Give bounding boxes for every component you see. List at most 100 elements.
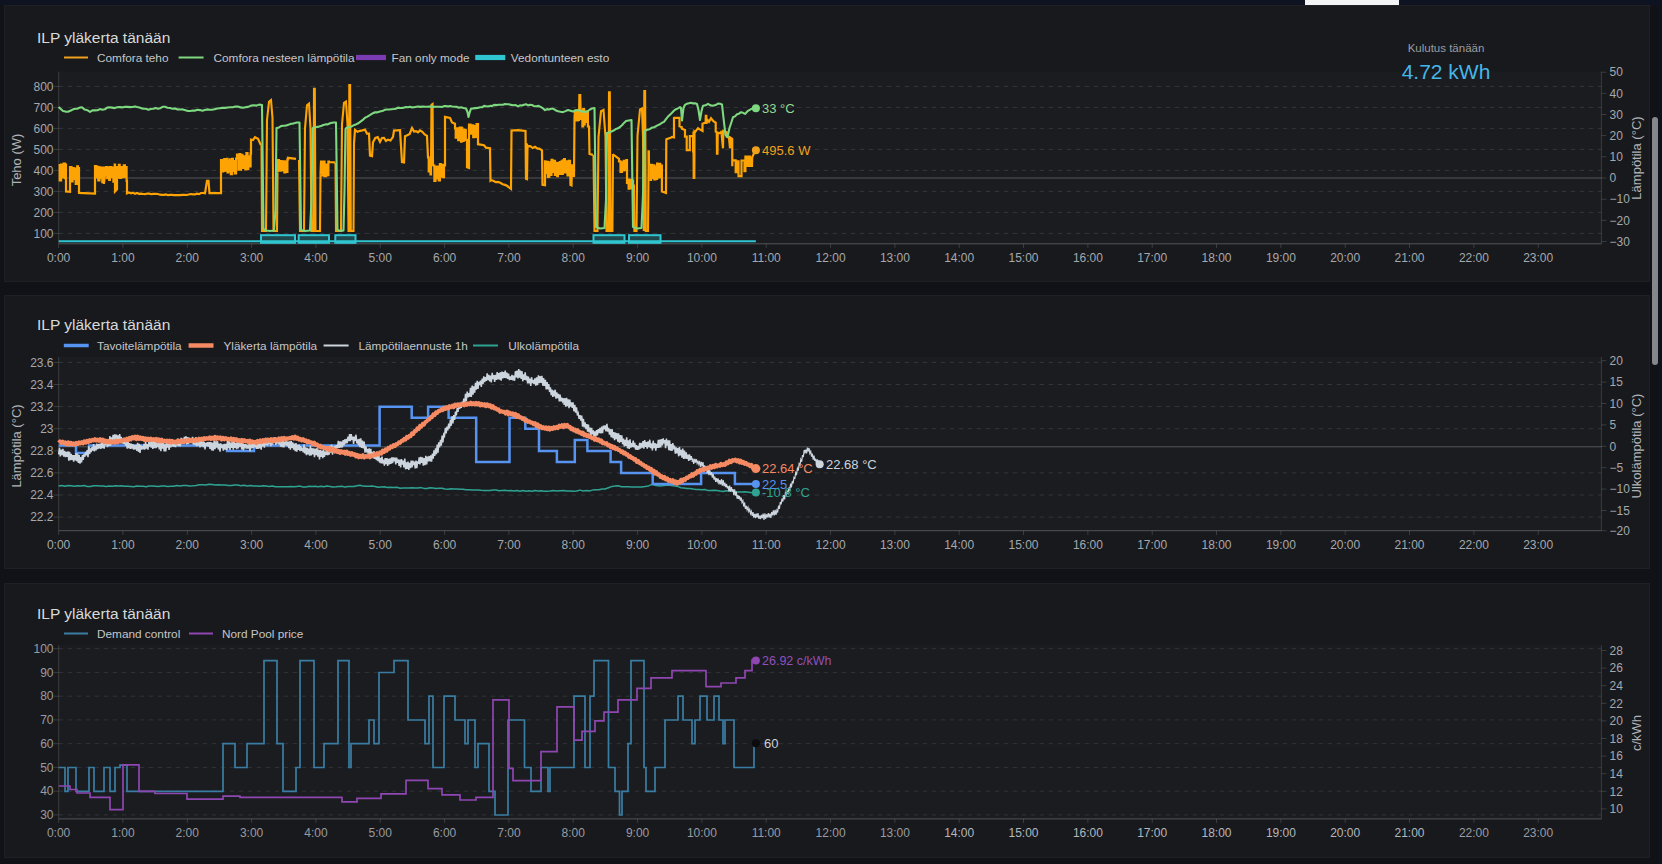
- svg-text:−5: −5: [1610, 461, 1624, 475]
- svg-text:20:00: 20:00: [1330, 538, 1360, 552]
- svg-text:40: 40: [40, 784, 54, 798]
- svg-text:23:00: 23:00: [1523, 538, 1553, 552]
- svg-text:8:00: 8:00: [562, 826, 586, 840]
- svg-text:21:00: 21:00: [1394, 826, 1424, 840]
- svg-text:ILP yläkerta tänään: ILP yläkerta tänään: [37, 29, 170, 46]
- svg-text:Lämpötila (°C): Lämpötila (°C): [1629, 116, 1644, 199]
- svg-text:11:00: 11:00: [752, 538, 781, 552]
- svg-text:100: 100: [33, 227, 53, 241]
- svg-text:0: 0: [1610, 171, 1617, 185]
- svg-text:20: 20: [1610, 354, 1624, 368]
- svg-text:24: 24: [1610, 679, 1624, 693]
- svg-text:2:00: 2:00: [176, 251, 200, 265]
- svg-text:−20: −20: [1610, 214, 1631, 228]
- svg-text:14: 14: [1610, 767, 1624, 781]
- svg-text:22.6: 22.6: [30, 466, 54, 480]
- svg-text:11:00: 11:00: [752, 826, 781, 840]
- svg-text:1:00: 1:00: [111, 826, 135, 840]
- svg-text:300: 300: [33, 185, 53, 199]
- svg-text:Tavoitelämpötila: Tavoitelämpötila: [97, 339, 182, 353]
- svg-text:5:00: 5:00: [369, 251, 393, 265]
- svg-text:4:00: 4:00: [304, 538, 328, 552]
- svg-text:8:00: 8:00: [562, 538, 586, 552]
- svg-text:c/kWh: c/kWh: [1629, 715, 1644, 751]
- svg-text:10:00: 10:00: [687, 538, 717, 552]
- svg-text:3:00: 3:00: [240, 538, 264, 552]
- svg-text:60: 60: [40, 737, 54, 751]
- svg-text:ILP yläkerta tänään: ILP yläkerta tänään: [37, 605, 170, 622]
- svg-text:16:00: 16:00: [1073, 538, 1103, 552]
- svg-text:7:00: 7:00: [497, 826, 521, 840]
- svg-text:70: 70: [40, 713, 54, 727]
- svg-text:11:00: 11:00: [752, 251, 781, 265]
- svg-text:18: 18: [1610, 732, 1624, 746]
- svg-text:Ulkolämpötila (°C): Ulkolämpötila (°C): [1629, 394, 1644, 499]
- svg-text:17:00: 17:00: [1137, 826, 1167, 840]
- svg-text:13:00: 13:00: [880, 251, 910, 265]
- svg-text:20:00: 20:00: [1330, 826, 1360, 840]
- svg-text:6:00: 6:00: [433, 538, 457, 552]
- svg-text:0: 0: [1610, 440, 1617, 454]
- svg-text:16: 16: [1610, 749, 1624, 763]
- svg-text:28: 28: [1610, 644, 1624, 658]
- svg-text:14:00: 14:00: [944, 538, 974, 552]
- svg-text:Lämpötila (°C): Lämpötila (°C): [9, 404, 24, 487]
- svg-text:40: 40: [1610, 87, 1624, 101]
- svg-text:12: 12: [1610, 785, 1624, 799]
- svg-text:5:00: 5:00: [369, 538, 393, 552]
- svg-text:22.8: 22.8: [30, 444, 54, 458]
- svg-text:14:00: 14:00: [944, 251, 974, 265]
- svg-text:14:00: 14:00: [944, 826, 974, 840]
- svg-text:4:00: 4:00: [304, 251, 328, 265]
- svg-text:6:00: 6:00: [433, 826, 457, 840]
- svg-text:15:00: 15:00: [1008, 538, 1038, 552]
- svg-text:23: 23: [40, 422, 54, 436]
- svg-text:22:00: 22:00: [1459, 251, 1489, 265]
- svg-text:19:00: 19:00: [1266, 251, 1296, 265]
- svg-text:3:00: 3:00: [240, 826, 264, 840]
- svg-text:20: 20: [1610, 714, 1624, 728]
- svg-text:12:00: 12:00: [816, 251, 846, 265]
- svg-text:16:00: 16:00: [1073, 251, 1103, 265]
- svg-text:90: 90: [40, 666, 54, 680]
- svg-text:10: 10: [1610, 802, 1624, 816]
- svg-text:Lämpötilaennuste 1h: Lämpötilaennuste 1h: [358, 339, 468, 353]
- svg-text:22.68 °C: 22.68 °C: [826, 457, 877, 472]
- svg-text:50: 50: [1610, 65, 1624, 79]
- svg-text:−10: −10: [1610, 482, 1631, 496]
- svg-text:22: 22: [1610, 697, 1624, 711]
- svg-text:20: 20: [1610, 129, 1624, 143]
- svg-text:20:00: 20:00: [1330, 251, 1360, 265]
- svg-text:ILP yläkerta tänään: ILP yläkerta tänään: [37, 316, 170, 333]
- svg-text:9:00: 9:00: [626, 538, 650, 552]
- svg-text:12:00: 12:00: [816, 538, 846, 552]
- svg-text:-10.8 °C: -10.8 °C: [762, 485, 810, 500]
- svg-text:4.72 kWh: 4.72 kWh: [1402, 60, 1491, 83]
- svg-text:500: 500: [33, 143, 53, 157]
- svg-text:2:00: 2:00: [176, 538, 200, 552]
- svg-text:100: 100: [33, 642, 53, 656]
- svg-text:19:00: 19:00: [1266, 538, 1296, 552]
- svg-text:0:00: 0:00: [47, 826, 71, 840]
- svg-text:Yläkerta lämpötila: Yläkerta lämpötila: [223, 339, 317, 353]
- svg-text:21:00: 21:00: [1394, 538, 1424, 552]
- svg-text:26: 26: [1610, 661, 1624, 675]
- svg-text:−10: −10: [1610, 192, 1631, 206]
- svg-text:−30: −30: [1610, 235, 1631, 249]
- svg-text:6:00: 6:00: [433, 251, 457, 265]
- svg-text:30: 30: [1610, 108, 1624, 122]
- svg-text:7:00: 7:00: [497, 538, 521, 552]
- svg-text:15:00: 15:00: [1008, 251, 1038, 265]
- svg-text:0:00: 0:00: [47, 251, 71, 265]
- svg-text:800: 800: [33, 80, 53, 94]
- svg-text:Ulkolämpötila: Ulkolämpötila: [508, 339, 579, 353]
- svg-text:22:00: 22:00: [1459, 826, 1489, 840]
- svg-text:15:00: 15:00: [1008, 826, 1038, 840]
- svg-text:22:00: 22:00: [1459, 538, 1489, 552]
- svg-text:1:00: 1:00: [111, 251, 135, 265]
- svg-text:400: 400: [33, 164, 53, 178]
- svg-text:5:00: 5:00: [369, 826, 393, 840]
- svg-text:5: 5: [1610, 418, 1617, 432]
- svg-text:23.4: 23.4: [30, 378, 54, 392]
- svg-text:2:00: 2:00: [176, 826, 200, 840]
